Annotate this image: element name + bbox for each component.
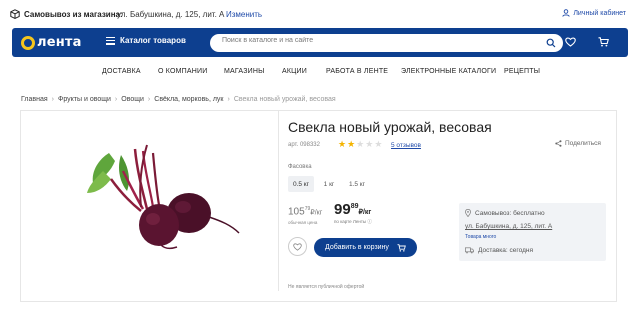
catalog-label: Каталог товаров [120,36,186,45]
share-icon [555,140,562,147]
breadcrumb-item[interactable]: Главная [21,96,48,103]
offer-disclaimer: Не является публичной офертой [288,284,365,290]
search-bar [210,34,563,52]
pickup-store-address[interactable]: ул. Бабушкина, д. 125, лит. А [465,223,552,230]
cart-icon [397,243,406,252]
delivery-info: Самовывоз: бесплатно ул. Бабушкина, д. 1… [459,203,606,261]
breadcrumb-item[interactable]: Фрукты и овощи [58,96,111,103]
share-button[interactable]: Поделиться [555,140,601,147]
product-card: Свекла новый урожай, весовая арт. 098332… [20,110,617,302]
star-icon: ★ [338,139,347,149]
star-icon: ★ [374,139,383,149]
search-input[interactable] [222,37,542,44]
pickup-address: ул. Бабушкина, д. 125, лит. А [117,10,225,19]
breadcrumb-item[interactable]: Овощи [121,96,144,103]
pack-label: Фасовка [288,164,312,170]
product-image [87,144,240,250]
star-icon: ★ [347,139,356,149]
user-icon [562,9,570,17]
account-link[interactable]: Личный кабинет [562,9,626,17]
pickup-label: Самовывоз из магазина: [24,10,123,19]
change-store-link[interactable]: Изменить [226,10,262,19]
old-price-unit: ₽/кг [310,209,323,217]
add-to-cart-button[interactable]: Добавить в корзину [314,238,417,257]
product-title: Свекла новый урожай, весовая [288,119,492,135]
pickup-cost: Самовывоз: бесплатно [475,209,545,217]
product-sku: арт. 098332 [288,142,320,148]
card-price-unit: ₽/кг [358,209,372,216]
heart-icon[interactable] [565,37,576,47]
logo-text: лента [37,35,82,50]
rating-stars: ★ ★ ★ ★ ★ [338,139,382,150]
card-price-note: по карте Ленты ⓘ [334,219,372,224]
nav-item-catalogs[interactable]: ЭЛЕКТРОННЫЕ КАТАЛОГИ [401,68,496,75]
logo[interactable]: лента [21,35,82,50]
card-divider [278,111,279,291]
breadcrumb-item[interactable]: Свёкла, морковь, лук [154,96,223,103]
nav-item-promos[interactable]: АКЦИИ [282,68,307,75]
logo-mark-icon [21,35,35,50]
main-nav: ДОСТАВКА О КОМПАНИИ МАГАЗИНЫ АКЦИИ РАБОТ… [0,68,640,80]
share-label: Поделиться [565,140,601,147]
breadcrumb-separator-icon: › [147,96,151,103]
breadcrumb-separator-icon: › [114,96,118,103]
catalog-button[interactable]: Каталог товаров [106,36,186,45]
nav-item-about[interactable]: О КОМПАНИИ [158,68,207,75]
star-icon: ★ [365,139,374,149]
card-price-integer: 99 [334,201,351,218]
old-price-note: обычная цена [288,220,318,225]
old-price: 10579₽/кг [288,206,322,217]
heart-icon [293,242,302,251]
favorite-button[interactable] [288,237,307,256]
nav-item-recipes[interactable]: РЕЦЕПТЫ [504,68,540,75]
delivery-time: Доставка: сегодня [478,247,533,254]
breadcrumb: Главная › Фрукты и овощи › Овощи › Свёкл… [21,96,336,103]
location-pin-icon [465,209,471,217]
pack-option-0-5kg[interactable]: 0.5 кг [288,176,314,192]
cart-icon[interactable] [598,37,609,47]
pack-option-1kg[interactable]: 1 кг [319,176,339,192]
nav-item-careers[interactable]: РАБОТА В ЛЕНТЕ [326,68,388,75]
nav-item-delivery[interactable]: ДОСТАВКА [102,68,141,75]
card-price: 9989₽/кг [334,201,371,218]
delivery-row: Доставка: сегодня [465,247,533,254]
breadcrumb-separator-icon: › [51,96,54,103]
box-icon [10,9,20,19]
account-label: Личный кабинет [573,9,626,17]
star-icon: ★ [356,139,365,149]
reviews-link[interactable]: 5 отзывов [391,142,421,149]
pickup-row: Самовывоз: бесплатно [465,209,545,217]
nav-item-stores[interactable]: МАГАЗИНЫ [224,68,265,75]
truck-icon [465,247,474,254]
add-to-cart-label: Добавить в корзину [325,244,389,251]
breadcrumb-current: Свекла новый урожай, весовая [233,96,336,103]
old-price-integer: 105 [288,206,305,218]
main-header: лента Каталог товаров [12,28,628,57]
pack-option-1-5kg[interactable]: 1.5 кг [345,176,369,192]
search-icon[interactable] [546,38,556,48]
menu-icon [106,36,115,45]
stock-status: Товара много [465,234,497,240]
top-info-bar: Самовывоз из магазина: ул. Бабушкина, д.… [0,0,640,28]
breadcrumb-separator-icon: › [227,96,230,103]
